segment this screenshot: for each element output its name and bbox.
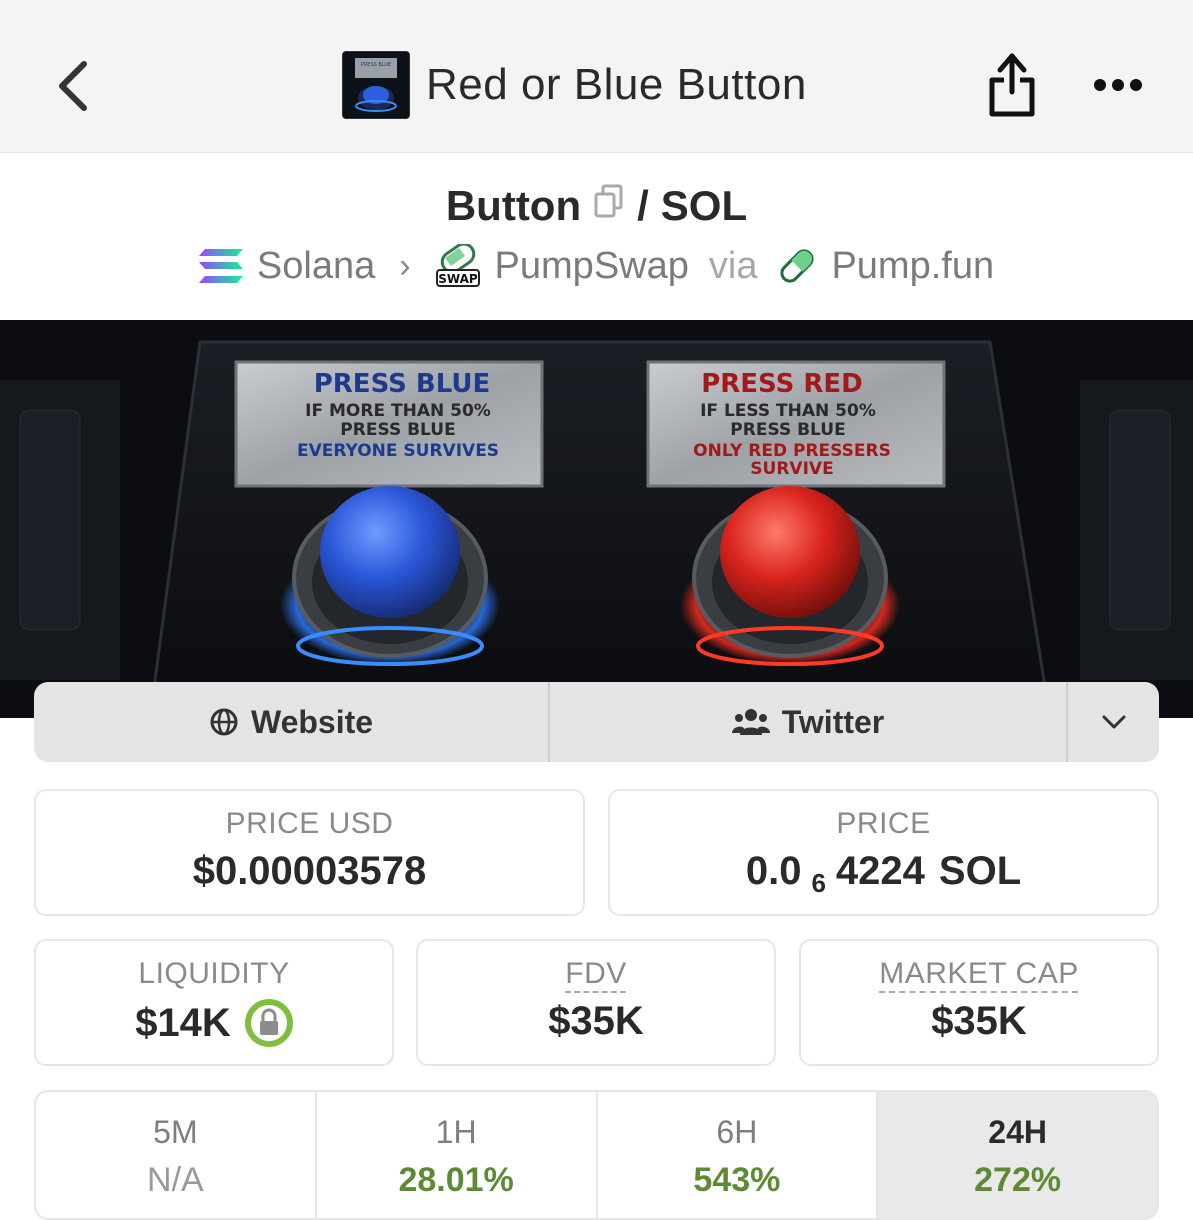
blue-sign-title: PRESS BLUE (314, 369, 491, 399)
launchpad-link-pumpfun[interactable]: Pump.fun (831, 245, 994, 288)
copy-icon (594, 184, 623, 218)
share-button[interactable] (984, 50, 1040, 120)
leading-zero-count: 6 (811, 868, 826, 898)
token-banner-image: PRESS BLUE IF MORE THAN 50% PRESS BLUE E… (0, 320, 1193, 718)
tab-6h[interactable]: 6H 543% (598, 1092, 879, 1218)
copy-address-button[interactable] (593, 182, 625, 230)
token-thumbnail: PRESS BLUE (342, 51, 410, 119)
website-label: Website (250, 703, 374, 740)
tab-1h[interactable]: 1H 28.01% (317, 1092, 598, 1218)
twitter-label: Twitter (781, 703, 885, 740)
tab-label: 24H (988, 1114, 1047, 1150)
pair-header: Button / SOL (0, 178, 1193, 234)
more-links-dropdown[interactable] (1068, 682, 1159, 762)
chain-breadcrumb: Solana › SWAP PumpSwap via Pump.fun (0, 240, 1193, 292)
social-links-bar: Website Twitter (34, 682, 1159, 762)
chevron-left-icon (59, 61, 87, 111)
fdv-label[interactable]: FDV (418, 957, 774, 991)
price-native-label: PRICE (836, 807, 931, 840)
pumpswap-icon: SWAP (435, 244, 480, 287)
page-title: Red or Blue Button (426, 60, 807, 109)
tab-change-value: 543% (693, 1161, 781, 1199)
tab-change-value: 272% (974, 1161, 1062, 1199)
solana-icon (198, 249, 243, 283)
chevron-right-icon: › (399, 246, 411, 285)
token-title: PRESS BLUE Red or Blue Button (342, 51, 807, 119)
svg-text:ONLY RED PRESSERS: ONLY RED PRESSERS (693, 441, 891, 461)
pair-separator: / (637, 182, 649, 229)
timeframe-tabs: 5M N/A 1H 28.01% 6H 543% 24H 272% (34, 1090, 1159, 1220)
base-symbol: Button (445, 182, 582, 229)
more-options-button[interactable] (1090, 70, 1146, 100)
fdv-value: $35K (548, 999, 644, 1043)
svg-text:SURVIVE: SURVIVE (750, 459, 833, 479)
tab-change-value: N/A (147, 1161, 204, 1199)
price-usd-label: PRICE USD (225, 807, 394, 840)
red-sign-title: PRESS RED (701, 369, 863, 399)
chain-link-solana[interactable]: Solana (257, 245, 375, 288)
svg-text:IF MORE THAN 50%: IF MORE THAN 50% (305, 401, 491, 421)
lock-icon[interactable] (244, 999, 293, 1047)
fdv-card: FDV $35K (416, 939, 776, 1066)
tab-label: 5M (153, 1114, 198, 1150)
website-button[interactable]: Website (34, 682, 550, 762)
tab-label: 1H (435, 1114, 477, 1150)
more-horizontal-icon (1094, 79, 1142, 91)
liquidity-card: LIQUIDITY $14K (34, 939, 394, 1066)
tab-label: 6H (716, 1114, 758, 1150)
tab-change-value: 28.01% (398, 1161, 514, 1199)
market-cap-label[interactable]: MARKET CAP (801, 957, 1157, 991)
liquidity-value: $14K (135, 1000, 231, 1045)
share-icon (989, 53, 1035, 117)
twitter-button[interactable]: Twitter (550, 682, 1068, 762)
back-button[interactable] (52, 56, 96, 116)
price-native-value: 0.0 6 4224 SOL (745, 849, 1022, 898)
tab-5m[interactable]: 5M N/A (36, 1092, 317, 1218)
svg-text:IF LESS THAN 50%: IF LESS THAN 50% (700, 401, 876, 421)
svg-text:SWAP: SWAP (438, 272, 478, 286)
via-label: via (708, 244, 758, 287)
market-cap-value: $35K (931, 999, 1027, 1043)
market-cap-card: MARKET CAP $35K (799, 939, 1159, 1066)
globe-icon (210, 708, 238, 736)
svg-text:EVERYONE SURVIVES: EVERYONE SURVIVES (297, 441, 499, 461)
price-usd-card: PRICE USD $0.00003578 (34, 789, 585, 916)
svg-text:PRESS BLUE: PRESS BLUE (340, 420, 455, 440)
quote-symbol: SOL (660, 182, 748, 229)
pill-icon (780, 249, 815, 283)
chevron-down-icon (1102, 715, 1125, 729)
price-native-card: PRICE 0.0 6 4224 SOL (608, 789, 1159, 916)
svg-text:PRESS BLUE: PRESS BLUE (361, 62, 391, 68)
top-bar: PRESS BLUE Red or Blue Button (0, 0, 1193, 153)
tab-24h[interactable]: 24H 272% (878, 1092, 1157, 1218)
liquidity-value-row: $14K (36, 999, 392, 1047)
dex-link-pumpswap[interactable]: PumpSwap (495, 245, 689, 288)
users-icon (731, 709, 770, 735)
price-usd-value: $0.00003578 (192, 849, 427, 893)
svg-text:PRESS BLUE: PRESS BLUE (730, 420, 845, 440)
liquidity-label: LIQUIDITY (138, 957, 290, 990)
